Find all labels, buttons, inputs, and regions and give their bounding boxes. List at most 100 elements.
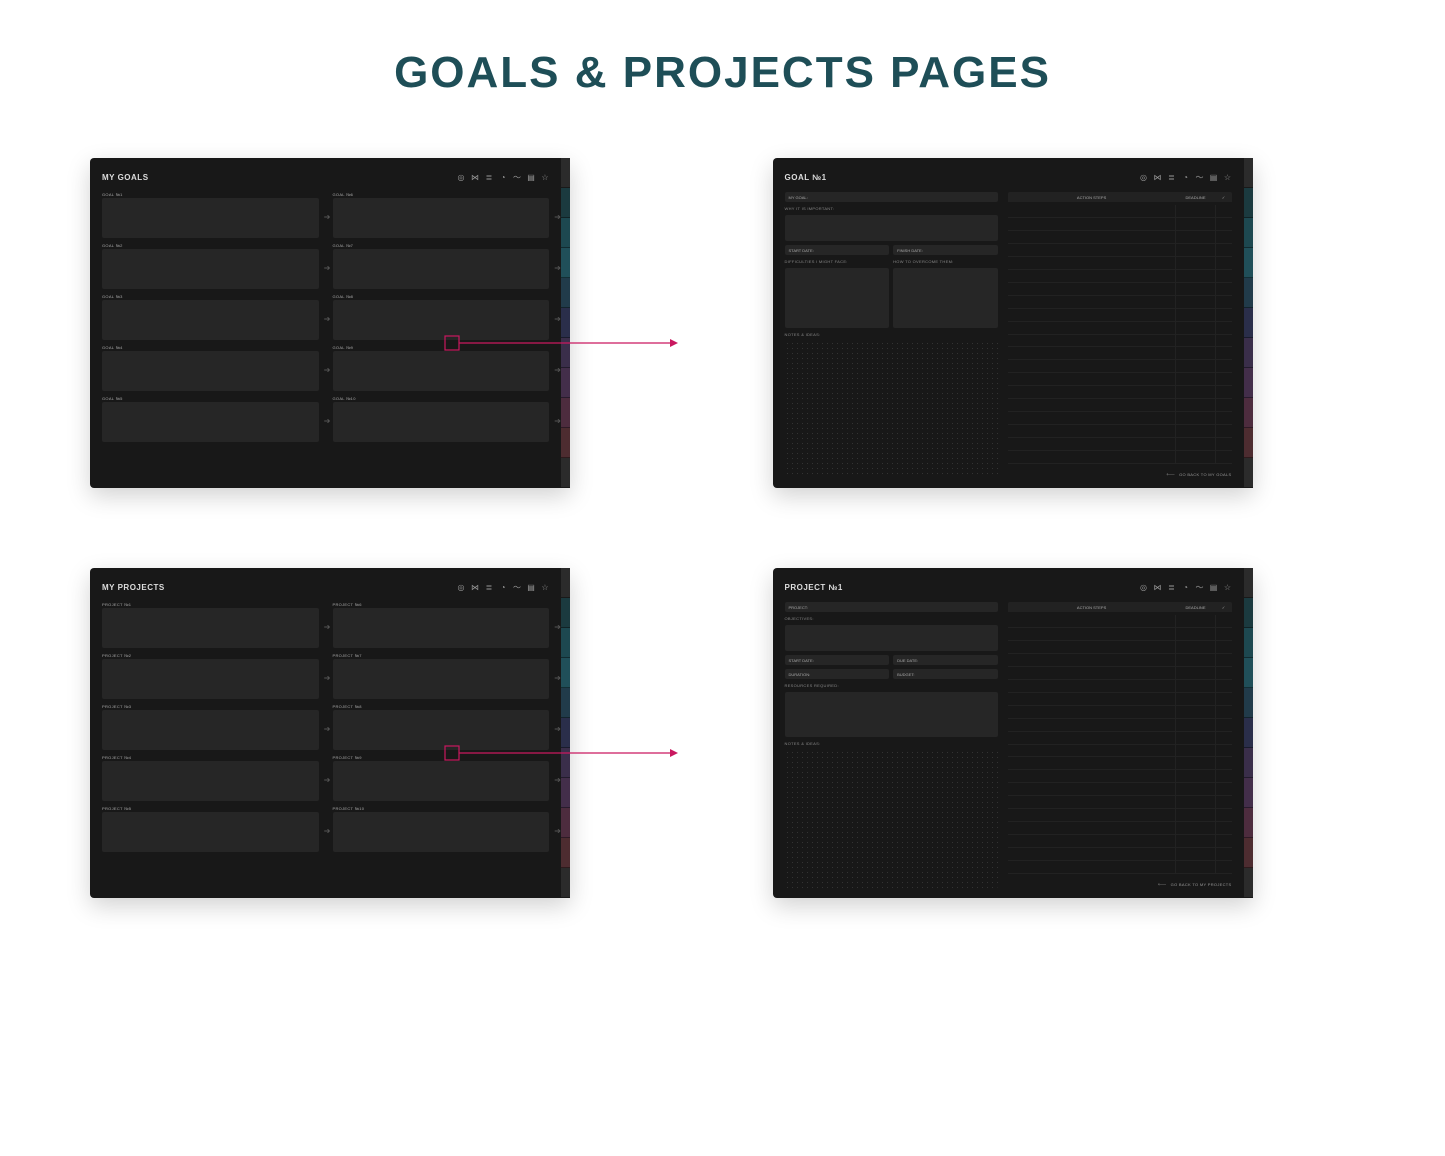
action-row[interactable] [1008,296,1232,309]
side-tab[interactable] [1244,598,1253,628]
side-tab[interactable] [1244,778,1253,808]
side-tab[interactable] [561,718,570,748]
action-row[interactable] [1008,257,1232,270]
arrow-right-icon[interactable]: ➔ [324,315,331,324]
chart-icon[interactable]: 〜 [513,173,521,181]
side-tab[interactable] [561,458,570,488]
side-tab[interactable] [561,218,570,248]
dumbbell-icon[interactable]: ⋈ [1154,583,1162,591]
action-row[interactable] [1008,809,1232,822]
clock-icon[interactable]: ◔ [499,583,507,591]
side-tab[interactable] [1244,278,1253,308]
side-tab[interactable] [561,868,570,898]
arrow-right-icon[interactable]: ➔ [324,623,331,632]
action-row[interactable] [1008,861,1232,874]
side-tab[interactable] [1244,628,1253,658]
project-item[interactable]: PROJECT №7➔ [333,653,550,699]
arrow-right-icon[interactable]: ➔ [554,776,561,785]
side-tab[interactable] [561,248,570,278]
side-tab[interactable] [561,688,570,718]
side-tab[interactable] [561,628,570,658]
project-item[interactable]: PROJECT №8➔ [333,704,550,750]
star-icon[interactable]: ☆ [1224,173,1232,181]
action-row[interactable] [1008,373,1232,386]
project-item[interactable]: PROJECT №5➔ [102,806,319,852]
side-tab[interactable] [1244,398,1253,428]
action-row[interactable] [1008,732,1232,745]
action-row[interactable] [1008,283,1232,296]
side-tab[interactable] [1244,248,1253,278]
side-tab[interactable] [1244,868,1253,898]
clock-icon[interactable]: ◔ [1182,583,1190,591]
arrow-right-icon[interactable]: ➔ [554,366,561,375]
side-tab[interactable] [1244,568,1253,598]
notes-area[interactable] [785,341,998,478]
goal-item[interactable]: GOAL №1➔ [102,192,319,238]
dumbbell-icon[interactable]: ⋈ [1154,173,1162,181]
arrow-right-icon[interactable]: ➔ [554,213,561,222]
arrow-right-icon[interactable]: ➔ [324,827,331,836]
action-row[interactable] [1008,667,1232,680]
action-row[interactable] [1008,231,1232,244]
target-icon[interactable]: ◎ [457,583,465,591]
goal-item[interactable]: GOAL №4➔ [102,345,319,391]
bookmark-icon[interactable]: ▤ [527,583,535,591]
target-icon[interactable]: ◎ [1140,583,1148,591]
side-tab[interactable] [1244,658,1253,688]
list-icon[interactable]: ≣ [1168,583,1176,591]
project-field[interactable]: PROJECT: [785,602,998,612]
start-date-field[interactable]: START DATE: [785,655,890,665]
arrow-right-icon[interactable]: ➔ [554,417,561,426]
side-tab[interactable] [561,428,570,458]
action-row[interactable] [1008,412,1232,425]
goal-item[interactable]: GOAL №6➔ [333,192,550,238]
side-tab[interactable] [561,598,570,628]
side-tab[interactable] [1244,188,1253,218]
action-row[interactable] [1008,680,1232,693]
start-date-field[interactable]: START DATE: [785,245,890,255]
side-tab[interactable] [561,278,570,308]
list-icon[interactable]: ≣ [485,583,493,591]
action-row[interactable] [1008,654,1232,667]
side-tab[interactable] [561,838,570,868]
list-icon[interactable]: ≣ [485,173,493,181]
arrow-right-icon[interactable]: ➔ [324,776,331,785]
action-row[interactable] [1008,796,1232,809]
difficulties-field[interactable] [785,268,890,328]
bookmark-icon[interactable]: ▤ [1210,583,1218,591]
side-tab[interactable] [561,368,570,398]
action-row[interactable] [1008,425,1232,438]
objectives-field[interactable] [785,625,998,651]
clock-icon[interactable]: ◔ [499,173,507,181]
arrow-right-icon[interactable]: ➔ [554,623,561,632]
target-icon[interactable]: ◎ [1140,173,1148,181]
my-goal-field[interactable]: MY GOAL: [785,192,998,202]
project-item[interactable]: PROJECT №10➔ [333,806,550,852]
goal-item[interactable]: GOAL №2➔ [102,243,319,289]
side-tab[interactable] [561,808,570,838]
side-tab[interactable] [1244,748,1253,778]
arrow-right-icon[interactable]: ➔ [324,725,331,734]
action-row[interactable] [1008,770,1232,783]
action-row[interactable] [1008,848,1232,861]
action-row[interactable] [1008,322,1232,335]
dumbbell-icon[interactable]: ⋈ [471,583,479,591]
back-link[interactable]: ⟵ GO BACK TO MY GOALS [1008,471,1232,478]
arrow-right-icon[interactable]: ➔ [324,213,331,222]
side-tab[interactable] [1244,838,1253,868]
action-row[interactable] [1008,270,1232,283]
project-item[interactable]: PROJECT №2➔ [102,653,319,699]
action-row[interactable] [1008,783,1232,796]
action-row[interactable] [1008,438,1232,451]
side-tab[interactable] [561,398,570,428]
finish-date-field[interactable]: FINISH DATE: [893,245,998,255]
project-item[interactable]: PROJECT №6➔ [333,602,550,648]
clock-icon[interactable]: ◔ [1182,173,1190,181]
side-tab[interactable] [561,308,570,338]
action-row[interactable] [1008,244,1232,257]
side-tab[interactable] [561,778,570,808]
action-row[interactable] [1008,451,1232,464]
arrow-right-icon[interactable]: ➔ [554,264,561,273]
side-tab[interactable] [1244,718,1253,748]
side-tab[interactable] [1244,688,1253,718]
